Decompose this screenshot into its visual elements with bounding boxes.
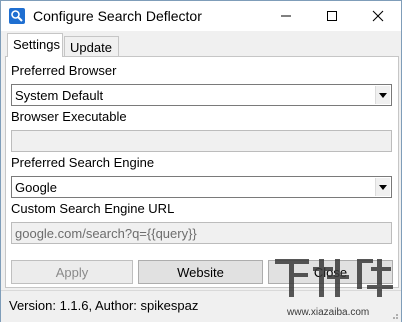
- preferred-search-engine-select[interactable]: Google: [11, 176, 392, 198]
- preferred-search-engine-value: Google: [15, 180, 57, 195]
- preferred-browser-select[interactable]: System Default: [11, 84, 392, 106]
- tab-strip: Settings Update: [5, 33, 399, 57]
- custom-search-engine-url-input[interactable]: [12, 223, 391, 243]
- version-author-status: Version: 1.1.6, Author: spikespaz: [9, 298, 199, 313]
- custom-search-engine-url-label: Custom Search Engine URL: [11, 201, 175, 216]
- browser-executable-field[interactable]: [11, 130, 392, 152]
- close-icon: [372, 10, 384, 22]
- search-deflector-app-icon: [9, 8, 25, 24]
- minimize-button[interactable]: [263, 1, 309, 31]
- website-button[interactable]: Website: [138, 260, 263, 284]
- maximize-icon: [327, 11, 337, 21]
- chevron-down-icon: [379, 184, 387, 190]
- window-title: Configure Search Deflector: [33, 8, 202, 24]
- tab-settings[interactable]: Settings: [7, 33, 63, 57]
- maximize-button[interactable]: [309, 1, 355, 31]
- browser-executable-input[interactable]: [12, 131, 391, 151]
- status-bar: Version: 1.1.6, Author: spikespaz: [1, 290, 401, 322]
- settings-panel: Preferred Browser System Default Browser…: [5, 56, 399, 288]
- custom-search-engine-url-field[interactable]: [11, 222, 392, 244]
- resize-grip-icon[interactable]: [389, 310, 399, 320]
- preferred-browser-label: Preferred Browser: [11, 63, 117, 78]
- preferred-search-engine-label: Preferred Search Engine: [11, 155, 155, 170]
- preferred-browser-value: System Default: [15, 88, 104, 103]
- chevron-down-icon: [379, 92, 387, 98]
- close-button[interactable]: Close: [268, 260, 393, 284]
- close-window-button[interactable]: [355, 1, 401, 31]
- tab-update[interactable]: Update: [64, 36, 119, 57]
- dropdown-arrow[interactable]: [375, 178, 390, 196]
- configure-window: Configure Search Deflector Settings Upda…: [0, 0, 402, 322]
- title-bar[interactable]: Configure Search Deflector: [1, 1, 401, 31]
- dropdown-arrow[interactable]: [375, 86, 390, 104]
- browser-executable-label: Browser Executable: [11, 109, 127, 124]
- apply-button[interactable]: Apply: [11, 260, 133, 284]
- minimize-icon: [281, 15, 291, 17]
